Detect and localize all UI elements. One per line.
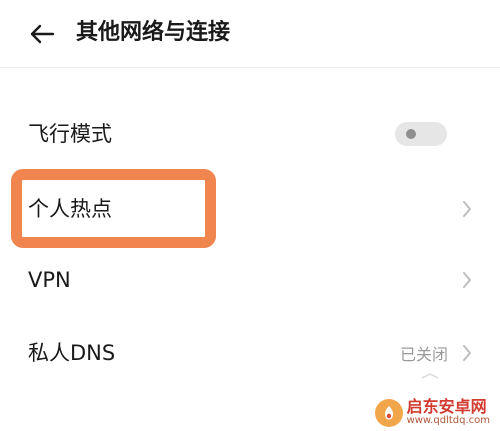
row-airplane-mode-label: 飞行模式 (28, 122, 112, 146)
toggle-knob (406, 129, 416, 139)
row-airplane-mode[interactable]: 飞行模式 (0, 104, 500, 164)
faint-chevron-mark (421, 373, 439, 379)
watermark-url: www.qdltdq.com (406, 415, 490, 427)
watermark-text: 启东安卓网 www.qdltdq.com (407, 399, 490, 426)
arrow-left-icon (30, 24, 55, 44)
site-watermark: 启东安卓网 www.qdltdq.com (374, 399, 490, 427)
airplane-mode-toggle[interactable] (395, 122, 447, 146)
header-bar: 其他网络与连接 (0, 0, 500, 68)
row-vpn[interactable]: VPN (0, 250, 500, 310)
page-title: 其他网络与连接 (76, 20, 231, 45)
back-button[interactable] (22, 16, 62, 52)
chevron-right-icon (463, 272, 471, 288)
row-personal-hotspot-label: 个人热点 (28, 197, 112, 221)
row-personal-hotspot[interactable]: 个人热点 (0, 179, 500, 239)
watermark-logo-icon (374, 399, 403, 427)
watermark-name: 启东安卓网 (406, 397, 487, 417)
chevron-right-icon (463, 201, 471, 217)
row-private-dns-label: 私人DNS (28, 341, 116, 365)
row-vpn-label: VPN (28, 268, 71, 292)
chevron-right-icon (463, 345, 471, 361)
private-dns-status: 已关闭 (399, 345, 448, 364)
